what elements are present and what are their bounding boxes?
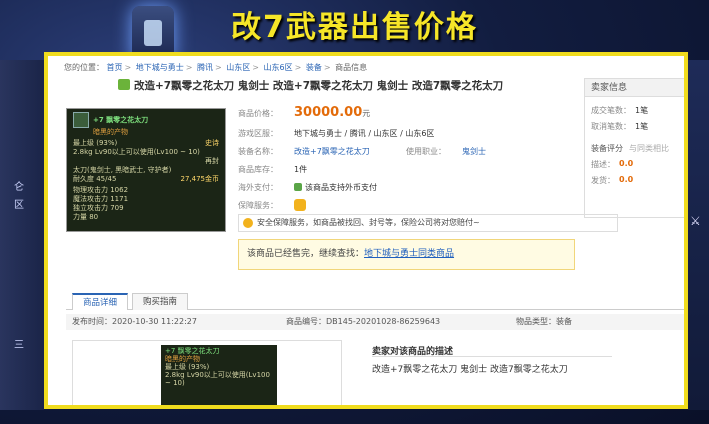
similar-items-link[interactable]: 地下城与勇士同类商品 bbox=[364, 249, 454, 259]
product-page: 您的位置： 首页 > 地下城与勇士 > 腾讯 > 山东区 > 山东6区 > 装备 > 商品信… bbox=[44, 52, 688, 409]
breadcrumb-category[interactable]: 装备 bbox=[306, 63, 322, 72]
deal-count: 1笔 bbox=[635, 106, 649, 115]
product-title: 改造+7飘零之花太刀 鬼剑士 改造+7飘零之花太刀 鬼剑士 改造7飘零之花太刀 bbox=[118, 78, 503, 93]
breadcrumb-platform[interactable]: 腾讯 bbox=[197, 63, 213, 72]
published-time: 发布时间：2020-10-30 11:22:27 bbox=[72, 317, 197, 326]
stock-value: 1件 bbox=[294, 165, 308, 174]
product-price: 30000.00元 bbox=[294, 105, 371, 120]
breadcrumb-current: 商品信息 bbox=[335, 63, 368, 72]
desc-score: 0.0 bbox=[619, 159, 634, 168]
breadcrumb-server[interactable]: 山东6区 bbox=[264, 63, 293, 72]
equip-name-value[interactable]: 改造+7飘零之花太刀 bbox=[294, 146, 370, 157]
product-tag-icon bbox=[118, 79, 130, 90]
breadcrumb: 您的位置： 首页 > 地下城与勇士 > 腾讯 > 山东区 > 山东6区 > 装备 > 商品信… bbox=[64, 63, 368, 72]
right-game-strip bbox=[688, 60, 709, 410]
crossed-swords-icon: ⚔ bbox=[690, 214, 701, 228]
description-divider bbox=[372, 356, 612, 357]
side-char: 区 bbox=[14, 200, 24, 211]
overseas-value: 该商品支持外币支付 bbox=[294, 182, 377, 193]
sold-out-notice: 该商品已经售完，继续查找：地下城与勇士同类商品 bbox=[238, 239, 575, 270]
breadcrumb-game[interactable]: 地下城与勇士 bbox=[136, 63, 184, 72]
server-value: 地下城与勇士 / 腾讯 / 山东区 / 山东6区 bbox=[294, 129, 435, 138]
cancel-count: 1笔 bbox=[635, 122, 649, 131]
screenshot-image: +7 飘零之花太刀 暗黑的产物 最上级 (93%) 2.8kg Lv90以上可以… bbox=[161, 345, 277, 405]
weapon-icon bbox=[73, 112, 89, 128]
check-icon bbox=[294, 183, 302, 191]
breadcrumb-region[interactable]: 山东区 bbox=[226, 63, 250, 72]
product-thumbnail[interactable]: +7 飘零之花太刀 暗黑的产物 最上级 (93%) 史诗 2.8kg Lv90以上… bbox=[66, 108, 226, 232]
ship-score: 0.0 bbox=[619, 175, 634, 184]
product-number: 商品编号：DB145-20201028-86259643 bbox=[286, 317, 441, 326]
item-type: 物品类型：装备 bbox=[516, 317, 572, 326]
safety-notice: 安全保障服务，如商品被找回、封号等，保险公司将对您赔付~ bbox=[238, 214, 618, 232]
tab-buy-guide[interactable]: 购买指南 bbox=[132, 293, 189, 310]
tab-product-detail[interactable]: 商品详细 bbox=[72, 293, 129, 310]
guarantee-icon[interactable] bbox=[294, 199, 306, 211]
product-meta: 发布时间：2020-10-30 11:22:27 商品编号：DB145-2020… bbox=[66, 314, 684, 330]
rating-title: 装备评分 bbox=[591, 144, 623, 153]
detail-screenshot[interactable]: +7 飘零之花太刀 暗黑的产物 最上级 (93%) 2.8kg Lv90以上可以… bbox=[72, 340, 342, 405]
seller-info-title: 卖家信息 bbox=[585, 79, 684, 97]
left-game-strip: 仑 区 三 bbox=[0, 60, 44, 410]
job-value[interactable]: 鬼剑士 bbox=[462, 146, 486, 157]
detail-tabs: 商品详细 购买指南 bbox=[66, 292, 684, 310]
description-text: 改造+7飘零之花太刀 鬼剑士 改造7飘零之花太刀 bbox=[372, 365, 568, 375]
side-char: 三 bbox=[14, 340, 24, 351]
overlay-title: 改7武器出售价格 bbox=[231, 10, 478, 45]
seller-info-panel: 卖家信息 成交笔数： 1笔 取消笔数： 1笔 装备评分 与同类相比 描述： 0.0 发货… bbox=[584, 78, 684, 218]
breadcrumb-home[interactable]: 首页 bbox=[107, 63, 123, 72]
side-char: 仑 bbox=[14, 182, 24, 193]
